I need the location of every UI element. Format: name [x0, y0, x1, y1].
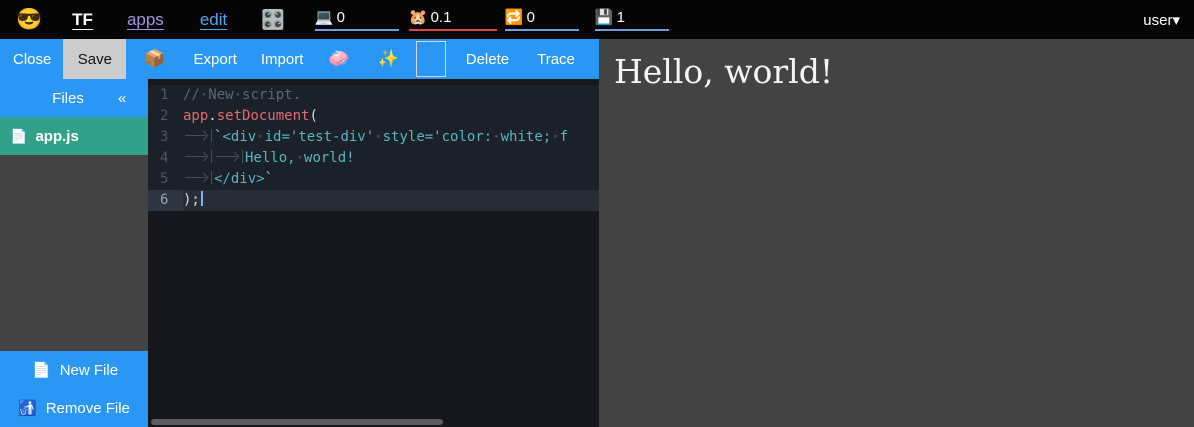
- delete-button[interactable]: Delete: [466, 51, 509, 68]
- user-menu[interactable]: user▾: [1143, 11, 1180, 29]
- indicator-floppy[interactable]: 💾 1: [595, 8, 669, 31]
- new-file-label: New File: [60, 362, 118, 379]
- export-button[interactable]: Export: [194, 51, 237, 68]
- control-knobs-icon[interactable]: 🎛️: [261, 8, 285, 32]
- preview-pane: Hello, world!: [599, 39, 1194, 427]
- indicator-hamster-value: 0.1: [431, 9, 452, 26]
- line-number: 3: [148, 127, 183, 148]
- text-cursor: [201, 191, 203, 206]
- trace-button[interactable]: Trace: [537, 51, 575, 68]
- code-line-1[interactable]: 1//·New·script.: [148, 85, 599, 106]
- code-token: );: [183, 192, 200, 208]
- close-button[interactable]: Close: [13, 51, 51, 68]
- repeat-icon: 🔁: [505, 8, 524, 26]
- code-token: id='test-div': [265, 129, 375, 145]
- sidebar-empty-area: [0, 155, 148, 351]
- code-line-6[interactable]: 6);: [148, 190, 599, 211]
- code-token: `: [265, 171, 273, 187]
- file-item-label: app.js: [35, 128, 78, 145]
- tab-whitespace-icon: [214, 150, 243, 163]
- indicator-laptop[interactable]: 💻 0: [315, 8, 399, 31]
- code-token: app: [183, 108, 208, 124]
- collapse-sidebar-icon[interactable]: «: [118, 90, 148, 107]
- files-panel-title: Files: [0, 90, 118, 107]
- indicator-floppy-value: 1: [617, 9, 625, 26]
- document-icon: 📄: [10, 128, 27, 145]
- new-file-button[interactable]: 📄 New File: [0, 351, 148, 389]
- space-dot: ·: [551, 129, 559, 145]
- space-dot: ·: [234, 87, 242, 103]
- code-line-4[interactable]: 4 Hello,·world!: [148, 148, 599, 169]
- code-token: .: [208, 108, 216, 124]
- save-button[interactable]: Save: [63, 39, 126, 79]
- remove-file-label: Remove File: [46, 400, 130, 417]
- horizontal-scrollbar[interactable]: [151, 419, 443, 425]
- indicator-repeat-value: 0: [527, 9, 535, 26]
- code-token: style='color:: [383, 129, 493, 145]
- code-token: white;: [501, 129, 552, 145]
- indicator-laptop-value: 0: [337, 9, 345, 26]
- soap-icon[interactable]: 🧼: [328, 49, 349, 69]
- floppy-disk-icon: 💾: [595, 8, 614, 26]
- code-token: script.: [242, 87, 301, 103]
- code-line-3[interactable]: 3`<div·id='test-div'·style='color:·white…: [148, 127, 599, 148]
- editor-lines: 1//·New·script.2app.setDocument(3`<div·i…: [148, 79, 599, 211]
- files-panel-header: Files «: [0, 79, 148, 117]
- laptop-icon: 💻: [315, 8, 334, 26]
- indicator-repeat[interactable]: 🔁 0: [505, 8, 579, 31]
- code-line-2[interactable]: 2app.setDocument(: [148, 106, 599, 127]
- page-icon: 📄: [32, 361, 51, 379]
- tab-whitespace-icon: [183, 129, 212, 142]
- import-button[interactable]: Import: [261, 51, 304, 68]
- code-token: //: [183, 87, 200, 103]
- code-token: <div: [222, 129, 256, 145]
- code-token: New: [208, 87, 233, 103]
- line-number: 1: [148, 85, 183, 106]
- sunglasses-face-icon[interactable]: 😎: [16, 8, 42, 32]
- code-token: world!: [304, 150, 355, 166]
- line-number: 2: [148, 106, 183, 127]
- code-token: Hello,: [245, 150, 296, 166]
- nav-link-apps[interactable]: apps: [127, 10, 164, 30]
- editor-toolbar: Close Save 📦 Export Import 🧼 ✨ Delete Tr…: [0, 39, 599, 79]
- sparkles-icon[interactable]: ✨: [378, 49, 399, 69]
- line-number: 5: [148, 169, 183, 190]
- code-editor[interactable]: 1//·New·script.2app.setDocument(3`<div·i…: [148, 79, 599, 427]
- code-token: </div>: [214, 171, 265, 187]
- nav-link-edit[interactable]: edit: [200, 10, 227, 30]
- preview-hello-text: Hello, world!: [599, 39, 1194, 91]
- space-dot: ·: [492, 129, 500, 145]
- space-dot: ·: [296, 150, 304, 166]
- code-token: setDocument: [217, 108, 310, 124]
- tab-whitespace-icon: [183, 150, 212, 163]
- remove-file-button[interactable]: 🚮 Remove File: [0, 389, 148, 427]
- space-dot: ·: [374, 129, 382, 145]
- hamster-icon: 🐹: [409, 8, 428, 26]
- package-icon[interactable]: 📦: [144, 49, 165, 69]
- brand-link-tf[interactable]: TF: [72, 10, 93, 30]
- tab-whitespace-icon: [183, 171, 212, 184]
- indicator-hamster[interactable]: 🐹 0.1: [409, 8, 497, 31]
- space-dot: ·: [256, 129, 264, 145]
- code-token: f: [560, 129, 568, 145]
- code-token: (: [309, 108, 317, 124]
- code-line-5[interactable]: 5 </div>`: [148, 169, 599, 190]
- litter-bin-icon: 🚮: [18, 399, 37, 417]
- line-number: 4: [148, 148, 183, 169]
- file-item-appjs[interactable]: 📄 app.js: [0, 117, 148, 155]
- topbar: 😎 TF apps edit 🎛️ 💻 0 🐹 0.1 🔁 0 💾 1 user…: [0, 0, 1194, 39]
- line-number: 6: [148, 190, 183, 211]
- empty-swatch-button[interactable]: [416, 41, 446, 77]
